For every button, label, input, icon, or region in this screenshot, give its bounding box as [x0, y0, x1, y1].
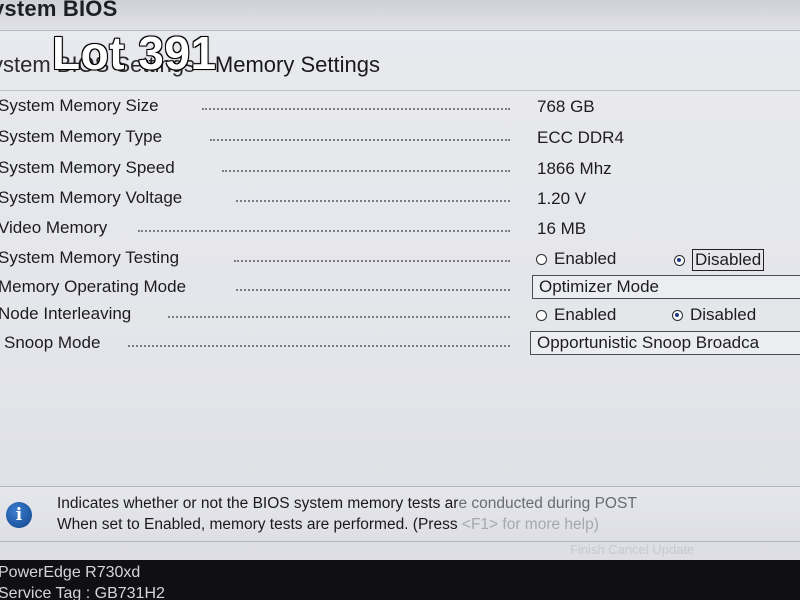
memory-testing-enabled-radio[interactable]: Enabled [536, 249, 616, 269]
setting-label: Snoop Mode [4, 333, 101, 352]
dotted-leader [138, 230, 510, 232]
setting-value: 1866 Mhz [537, 159, 612, 178]
setting-row-video-memory: Video Memory 16 MB [0, 218, 800, 244]
faded-button-row: Finish Cancel Update [570, 542, 695, 557]
dotted-leader [236, 200, 510, 202]
radio-label-focused: Disabled [692, 249, 765, 271]
system-model: PowerEdge R730xd [0, 564, 141, 581]
node-interleaving-enabled-radio[interactable]: Enabled [536, 305, 616, 325]
page-title: Memory Settings [214, 52, 380, 77]
system-footer: PowerEdge R730xd Service Tag : GB731H2 [0, 560, 800, 600]
radio-label: Enabled [554, 249, 617, 268]
radio-unselected-icon [536, 309, 547, 321]
setting-label: System Memory Speed [0, 158, 175, 177]
setting-label: Video Memory [0, 218, 108, 237]
dotted-leader [236, 289, 510, 291]
setting-label: System Memory Testing [0, 248, 180, 267]
snoop-mode-dropdown[interactable]: Opportunistic Snoop Broadca [530, 331, 800, 355]
setting-row-node-interleaving: Node Interleaving Enabled Disabled [0, 304, 800, 330]
setting-row-snoop-mode: Snoop Mode Opportunistic Snoop Broadca [0, 331, 800, 359]
setting-label: Node Interleaving [0, 304, 132, 323]
setting-row-memory-operating-mode: Memory Operating Mode Optimizer Mode [0, 275, 800, 303]
dotted-leader [128, 345, 510, 347]
radio-selected-icon [674, 254, 685, 266]
setting-value: 768 GB [537, 97, 595, 116]
header-divider [0, 90, 800, 91]
setting-row-memory-size: System Memory Size 768 GB [0, 96, 800, 122]
setting-label: System Memory Type [0, 127, 163, 146]
radio-selected-icon [672, 309, 683, 321]
dotted-leader [168, 316, 510, 318]
setting-row-memory-testing: System Memory Testing Enabled Disabled [0, 248, 800, 274]
dotted-leader [222, 170, 510, 172]
help-text-line-2: When set to Enabled, memory tests are pe… [57, 516, 599, 534]
setting-value: ECC DDR4 [537, 128, 624, 147]
setting-value: 16 MB [537, 219, 587, 238]
help-text-faded: e conducted during POST [458, 495, 637, 512]
setting-label: System Memory Size [0, 96, 159, 115]
radio-label: Enabled [554, 305, 617, 324]
help-text-faded: <F1> for more help) [461, 516, 599, 533]
dotted-leader [210, 139, 510, 141]
radio-unselected-icon [536, 253, 547, 265]
info-icon: i [6, 502, 32, 528]
setting-row-memory-speed: System Memory Speed 1866 Mhz [0, 158, 800, 184]
dotted-leader [202, 108, 510, 110]
radio-label: Disabled [690, 305, 757, 324]
setting-row-memory-voltage: System Memory Voltage 1.20 V [0, 188, 800, 214]
lot-number-overlay: Lot 391 [52, 27, 217, 79]
setting-label: Memory Operating Mode [0, 277, 187, 296]
setting-row-memory-type: System Memory Type ECC DDR4 [0, 127, 800, 153]
help-text: When set to Enabled, memory tests are pe… [57, 516, 462, 533]
service-tag: Service Tag : GB731H2 [0, 585, 165, 600]
node-interleaving-disabled-radio[interactable]: Disabled [672, 305, 756, 325]
bios-screen: ystem BIOS ystem BIOS Settings • Memory … [0, 0, 800, 600]
dotted-leader [234, 260, 510, 262]
setting-value: 1.20 V [537, 189, 587, 208]
window-title: ystem BIOS [0, 0, 118, 21]
setting-label: System Memory Voltage [0, 188, 183, 207]
help-text-line-1: Indicates whether or not the BIOS system… [57, 495, 637, 513]
help-text: Indicates whether or not the BIOS system… [57, 495, 459, 512]
memory-testing-disabled-radio[interactable]: Disabled [674, 249, 765, 271]
help-panel: i Indicates whether or not the BIOS syst… [0, 486, 800, 542]
memory-operating-mode-dropdown[interactable]: Optimizer Mode [532, 275, 800, 299]
